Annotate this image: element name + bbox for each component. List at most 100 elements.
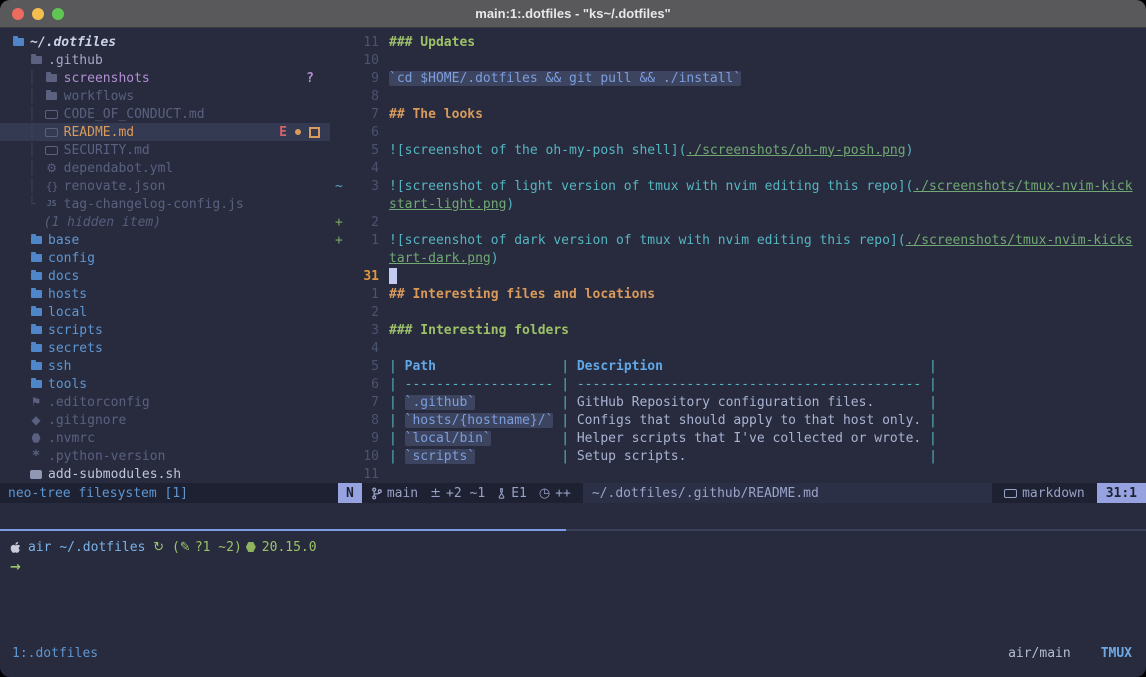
- tree-item-local[interactable]: local: [0, 303, 330, 321]
- tree-item-docs[interactable]: docs: [0, 267, 330, 285]
- tree-item-secrets[interactable]: secrets: [0, 339, 330, 357]
- md-icon: [44, 110, 60, 119]
- shell-pane[interactable]: air ~/.dotfiles ↻ (✎ ?1 ~2)20.15.0 →: [0, 531, 1146, 641]
- editor-line[interactable]: 2: [330, 303, 1146, 321]
- tree-item-label: .editorconfig: [48, 395, 150, 410]
- tree-item-tag-changelog-config-js[interactable]: └ JStag-changelog-config.js: [0, 195, 330, 213]
- tree-item-label: local: [48, 305, 87, 320]
- editor-line[interactable]: 9`cd $HOME/.dotfiles && git pull && ./in…: [330, 69, 1146, 87]
- tree-item-label: CODE_OF_CONDUCT.md: [64, 107, 205, 122]
- line-number: 11: [351, 35, 379, 50]
- tree-item-python-version[interactable]: *.python-version: [0, 447, 330, 465]
- git-status-square-marker: [309, 127, 320, 138]
- tree-item-renovate-json[interactable]: │ {}renovate.json: [0, 177, 330, 195]
- git-sign: [330, 269, 351, 284]
- editor-line[interactable]: 6| ------------------- | ---------------…: [330, 375, 1146, 393]
- tree-item-nvmrc[interactable]: .nvmrc: [0, 429, 330, 447]
- tree-item-scripts[interactable]: scripts: [0, 321, 330, 339]
- git-untracked-badge: ?: [306, 71, 314, 86]
- folder-icon: [28, 308, 44, 316]
- git-sign: [330, 71, 351, 86]
- line-number: 1: [351, 233, 379, 248]
- tree-item-label: .github: [48, 53, 103, 68]
- tree-indent-guide: │: [28, 125, 44, 140]
- editor-line[interactable]: 3### Interesting folders: [330, 321, 1146, 339]
- editor-line[interactable]: start-light.png): [330, 195, 1146, 213]
- editor-line[interactable]: 8: [330, 87, 1146, 105]
- tree-item-workflows[interactable]: │ workflows: [0, 87, 330, 105]
- prompt-input-line[interactable]: →: [10, 557, 1146, 577]
- tree-item-base[interactable]: base: [0, 231, 330, 249]
- line-number: 4: [351, 341, 379, 356]
- tree-item-hosts[interactable]: hosts: [0, 285, 330, 303]
- tree-item-label: base: [48, 233, 79, 248]
- editor-line[interactable]: +2: [330, 213, 1146, 231]
- git-sign: +: [330, 215, 351, 230]
- line-text: | `.github` | GitHub Repository configur…: [379, 395, 937, 410]
- tree-item-add-submodules-sh[interactable]: add-submodules.sh: [0, 465, 330, 483]
- md-icon: [44, 128, 60, 137]
- editor-line[interactable]: 8| `hosts/{hostname}/` | Configs that sh…: [330, 411, 1146, 429]
- editor-line[interactable]: 5| Path | Description |: [330, 357, 1146, 375]
- editor-line[interactable]: 10: [330, 51, 1146, 69]
- line-text: ### Interesting folders: [379, 323, 569, 338]
- tree-item-dependabot-yml[interactable]: │ ⚙dependabot.yml: [0, 159, 330, 177]
- tree-item-security-md[interactable]: │ SECURITY.md: [0, 141, 330, 159]
- tree-item-code-of-conduct-md[interactable]: │ CODE_OF_CONDUCT.md: [0, 105, 330, 123]
- editor-line[interactable]: tart-dark.png): [330, 249, 1146, 267]
- git-sign: [330, 125, 351, 140]
- tree-item-gitignore[interactable]: ◆.gitignore: [0, 411, 330, 429]
- editor-line[interactable]: 4: [330, 339, 1146, 357]
- git-sync-icon: ↻: [153, 540, 164, 555]
- tree-item-label: README.md: [64, 125, 134, 140]
- editor-line[interactable]: 7| `.github` | GitHub Repository configu…: [330, 393, 1146, 411]
- cursor-position: 31:1: [1097, 483, 1146, 503]
- git-sign: [330, 53, 351, 68]
- line-text: ![screenshot of dark version of tmux wit…: [379, 233, 1133, 248]
- folder-icon: [28, 254, 44, 262]
- editor-line[interactable]: ~3![screenshot of light version of tmux …: [330, 177, 1146, 195]
- line-number: 8: [351, 89, 379, 104]
- editor-line[interactable]: 10| `scripts` | Setup scripts. |: [330, 447, 1146, 465]
- zoom-button[interactable]: [52, 8, 64, 20]
- folder-icon: [44, 92, 60, 100]
- line-number: 5: [351, 359, 379, 374]
- tree-item-dotfiles[interactable]: ~/.dotfiles: [0, 33, 330, 51]
- editor-line[interactable]: +1![screenshot of dark version of tmux w…: [330, 231, 1146, 249]
- editor-line[interactable]: 9| `local/bin` | Helper scripts that I'v…: [330, 429, 1146, 447]
- tree-item-tools[interactable]: tools: [0, 375, 330, 393]
- close-button[interactable]: [12, 8, 24, 20]
- editor-line[interactable]: 1## Interesting files and locations: [330, 285, 1146, 303]
- tree-item-label: add-submodules.sh: [48, 467, 181, 482]
- folder-icon: [28, 290, 44, 298]
- tree-item-ssh[interactable]: ssh: [0, 357, 330, 375]
- git-sign: [330, 251, 351, 266]
- tree-indent-guide: │: [28, 179, 44, 194]
- editor-line[interactable]: 7## The looks: [330, 105, 1146, 123]
- tree-item-editorconfig[interactable]: ⚑.editorconfig: [0, 393, 330, 411]
- minimize-button[interactable]: [32, 8, 44, 20]
- line-number: 10: [351, 449, 379, 464]
- tree-item-1-hidden-item[interactable]: (1 hidden item): [0, 213, 330, 231]
- folder-icon: [10, 38, 26, 46]
- tree-item-readme-md[interactable]: │ README.mdE: [0, 123, 330, 141]
- tree-item-config[interactable]: config: [0, 249, 330, 267]
- editor-line[interactable]: 6: [330, 123, 1146, 141]
- folder-icon: [28, 380, 44, 388]
- line-text: | `scripts` | Setup scripts. |: [379, 449, 937, 464]
- editor-line[interactable]: 11### Updates: [330, 33, 1146, 51]
- tree-item-github[interactable]: .github: [0, 51, 330, 69]
- editor-line[interactable]: 5![screenshot of the oh-my-posh shell](.…: [330, 141, 1146, 159]
- editor-line[interactable]: 11: [330, 465, 1146, 483]
- line-number: 1: [351, 287, 379, 302]
- tree-indent-guide: │: [28, 71, 44, 86]
- line-number: 6: [351, 125, 379, 140]
- line-number: 11: [351, 467, 379, 482]
- node-icon: [246, 542, 256, 553]
- editor-buffer[interactable]: 11### Updates 10 9`cd $HOME/.dotfiles &&…: [330, 28, 1146, 483]
- tree-item-screenshots[interactable]: │ screenshots?: [0, 69, 330, 87]
- editor-line[interactable]: 31: [330, 267, 1146, 285]
- editor-line[interactable]: 4: [330, 159, 1146, 177]
- tmux-window-tab[interactable]: 1:.dotfiles: [12, 646, 98, 661]
- tree-item-label: screenshots: [64, 71, 150, 86]
